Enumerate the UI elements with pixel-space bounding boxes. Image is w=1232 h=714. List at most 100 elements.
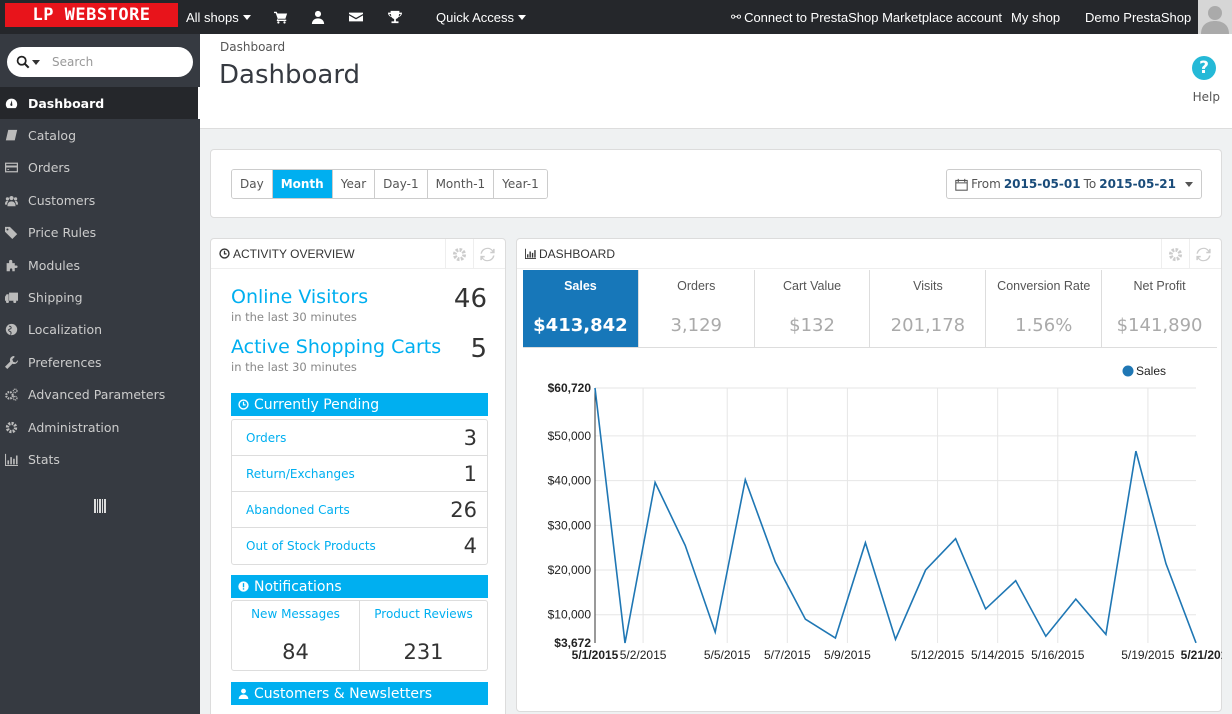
configure-button[interactable] bbox=[445, 239, 473, 269]
notification-label: Product Reviews bbox=[374, 607, 473, 621]
sidebar-item-dashboard[interactable]: Dashboard bbox=[0, 87, 200, 120]
y-tick-label: $30,000 bbox=[548, 518, 592, 532]
notification-value: 231 bbox=[403, 640, 444, 664]
envelope-icon[interactable] bbox=[349, 0, 363, 34]
date-from-value: 2015-05-01 bbox=[1003, 177, 1081, 191]
online-visitors-subtitle: in the last 30 minutes bbox=[231, 310, 357, 324]
avatar[interactable] bbox=[1198, 0, 1232, 34]
sidebar-item-preferences[interactable]: Preferences bbox=[0, 346, 200, 378]
bar-chart-icon bbox=[0, 453, 28, 466]
y-tick-label: $50,000 bbox=[548, 429, 592, 443]
kpi-label: Conversion Rate bbox=[997, 279, 1091, 293]
active-carts-subtitle: in the last 30 minutes bbox=[231, 360, 357, 374]
kpi-cart-value[interactable]: Cart Value $132 bbox=[755, 270, 871, 347]
period-month-button[interactable]: Month bbox=[272, 170, 333, 198]
new-messages-cell[interactable]: New Messages 84 bbox=[232, 601, 359, 670]
my-shop-link[interactable]: My shop bbox=[1011, 0, 1060, 34]
period-year-button[interactable]: Year bbox=[332, 170, 376, 198]
sales-data-point bbox=[1074, 597, 1078, 601]
chart-series bbox=[594, 387, 1197, 645]
kpi-value: $141,890 bbox=[1116, 315, 1203, 336]
truck-icon bbox=[0, 291, 28, 304]
sidebar-item-advanced-parameters[interactable]: Advanced Parameters bbox=[0, 379, 200, 411]
sidebar-item-catalog[interactable]: Catalog bbox=[0, 119, 200, 151]
sidebar-item-stats[interactable]: Stats bbox=[0, 443, 200, 475]
logo[interactable]: LP WEBSTORE bbox=[5, 3, 178, 27]
sidebar-item-administration[interactable]: Administration bbox=[0, 411, 200, 443]
kpi-conversion-rate[interactable]: Conversion Rate 1.56% bbox=[986, 270, 1103, 347]
pending-orders-row[interactable]: Orders 3 bbox=[232, 420, 487, 456]
shop-selector-label: All shops bbox=[186, 9, 239, 25]
kpi-value: 1.56% bbox=[1015, 315, 1073, 336]
pending-out-of-stock-row[interactable]: Out of Stock Products 4 bbox=[232, 528, 487, 564]
sidebar-item-label: Dashboard bbox=[28, 95, 105, 111]
dashboard-panel-header: Dashboard bbox=[517, 239, 1221, 269]
x-tick-label: 5/1/2015 bbox=[572, 648, 619, 662]
shop-selector[interactable]: All shops bbox=[186, 0, 251, 34]
caret-down-icon[interactable] bbox=[32, 59, 40, 65]
credit-card-icon bbox=[0, 161, 28, 174]
cart-icon[interactable] bbox=[274, 0, 288, 34]
sidebar-item-localization[interactable]: Localization bbox=[0, 314, 200, 346]
period-year-1-button[interactable]: Year-1 bbox=[494, 170, 547, 198]
employee-menu[interactable]: Demo PrestaShop bbox=[1085, 0, 1207, 34]
quick-access-menu[interactable]: Quick Access bbox=[436, 0, 527, 34]
sidebar-item-label: Price Rules bbox=[28, 225, 97, 241]
refresh-icon bbox=[1196, 247, 1211, 261]
user-icon[interactable] bbox=[311, 0, 325, 34]
quick-access-label: Quick Access bbox=[436, 9, 515, 25]
user-icon bbox=[238, 688, 249, 699]
connect-marketplace-link[interactable]: ⚯ Connect to PrestaShop Marketplace accou… bbox=[731, 0, 1002, 34]
sidebar-item-price-rules[interactable]: Price Rules bbox=[0, 217, 200, 249]
activity-overview-title: Activity overview bbox=[233, 246, 355, 261]
period-month-1-button[interactable]: Month-1 bbox=[427, 170, 495, 198]
pending-abandoned-carts-row[interactable]: Abandoned Carts 26 bbox=[232, 492, 487, 528]
search-icon[interactable] bbox=[16, 55, 30, 69]
help-button[interactable]: ? bbox=[1192, 56, 1218, 80]
y-tick-label: $20,000 bbox=[548, 563, 592, 577]
x-tick-label: 5/19/2015 bbox=[1121, 648, 1175, 662]
configure-button[interactable] bbox=[1161, 239, 1189, 269]
legend-marker bbox=[1122, 365, 1134, 377]
kpi-orders[interactable]: Orders 3,129 bbox=[639, 270, 755, 347]
sidebar-item-label: Advanced Parameters bbox=[28, 387, 166, 403]
sidebar-item-shipping[interactable]: Shipping bbox=[0, 281, 200, 313]
sidebar-item-label: Customers bbox=[28, 192, 96, 208]
period-day-1-button[interactable]: Day-1 bbox=[375, 170, 428, 198]
sales-data-point bbox=[623, 641, 627, 645]
date-to-value: 2015-05-21 bbox=[1099, 177, 1176, 191]
search-input[interactable] bbox=[52, 55, 172, 69]
pending-returns-row[interactable]: Return/Exchanges 1 bbox=[232, 456, 487, 492]
kpi-label: Cart Value bbox=[783, 279, 842, 293]
x-tick-label: 5/16/2015 bbox=[1031, 648, 1085, 662]
sidebar-item-orders[interactable]: Orders bbox=[0, 152, 200, 184]
sidebar-item-modules[interactable]: Modules bbox=[0, 249, 200, 281]
pending-value: 26 bbox=[450, 497, 477, 522]
currently-pending-header: Currently Pending bbox=[231, 393, 488, 416]
trophy-icon[interactable] bbox=[388, 0, 402, 34]
collapse-sidebar-handle[interactable] bbox=[94, 499, 106, 513]
help-label[interactable]: Help bbox=[1190, 90, 1220, 104]
chart-axes: $3,672$10,000$20,000$30,000$40,000$50,00… bbox=[548, 381, 1222, 662]
sidebar-item-customers[interactable]: Customers bbox=[0, 184, 200, 216]
kpi-net-profit[interactable]: Net Profit $141,890 bbox=[1102, 270, 1217, 347]
breadcrumb[interactable]: Dashboard bbox=[220, 40, 285, 54]
active-carts-link[interactable]: Active Shopping Carts bbox=[231, 336, 487, 358]
sales-data-point bbox=[924, 568, 928, 572]
kpi-sales[interactable]: Sales $413,842 bbox=[523, 270, 639, 347]
sales-data-point bbox=[1164, 562, 1168, 566]
refresh-button[interactable] bbox=[473, 239, 501, 269]
kpi-value: 3,129 bbox=[670, 315, 722, 336]
refresh-button[interactable] bbox=[1189, 239, 1217, 269]
kpi-visits[interactable]: Visits 201,178 bbox=[870, 270, 987, 347]
date-range-picker[interactable]: From 2015-05-01 To 2015-05-21 bbox=[946, 169, 1202, 199]
online-visitors-link[interactable]: Online Visitors bbox=[231, 286, 487, 308]
x-tick-label: 5/21/201 bbox=[1181, 648, 1222, 662]
tags-icon bbox=[0, 226, 28, 240]
sales-data-point bbox=[954, 537, 958, 541]
pending-label: Orders bbox=[246, 430, 287, 445]
wrench-icon bbox=[0, 355, 28, 369]
pending-value: 1 bbox=[463, 461, 477, 486]
product-reviews-cell[interactable]: Product Reviews 231 bbox=[359, 601, 487, 670]
period-day-button[interactable]: Day bbox=[232, 170, 273, 198]
